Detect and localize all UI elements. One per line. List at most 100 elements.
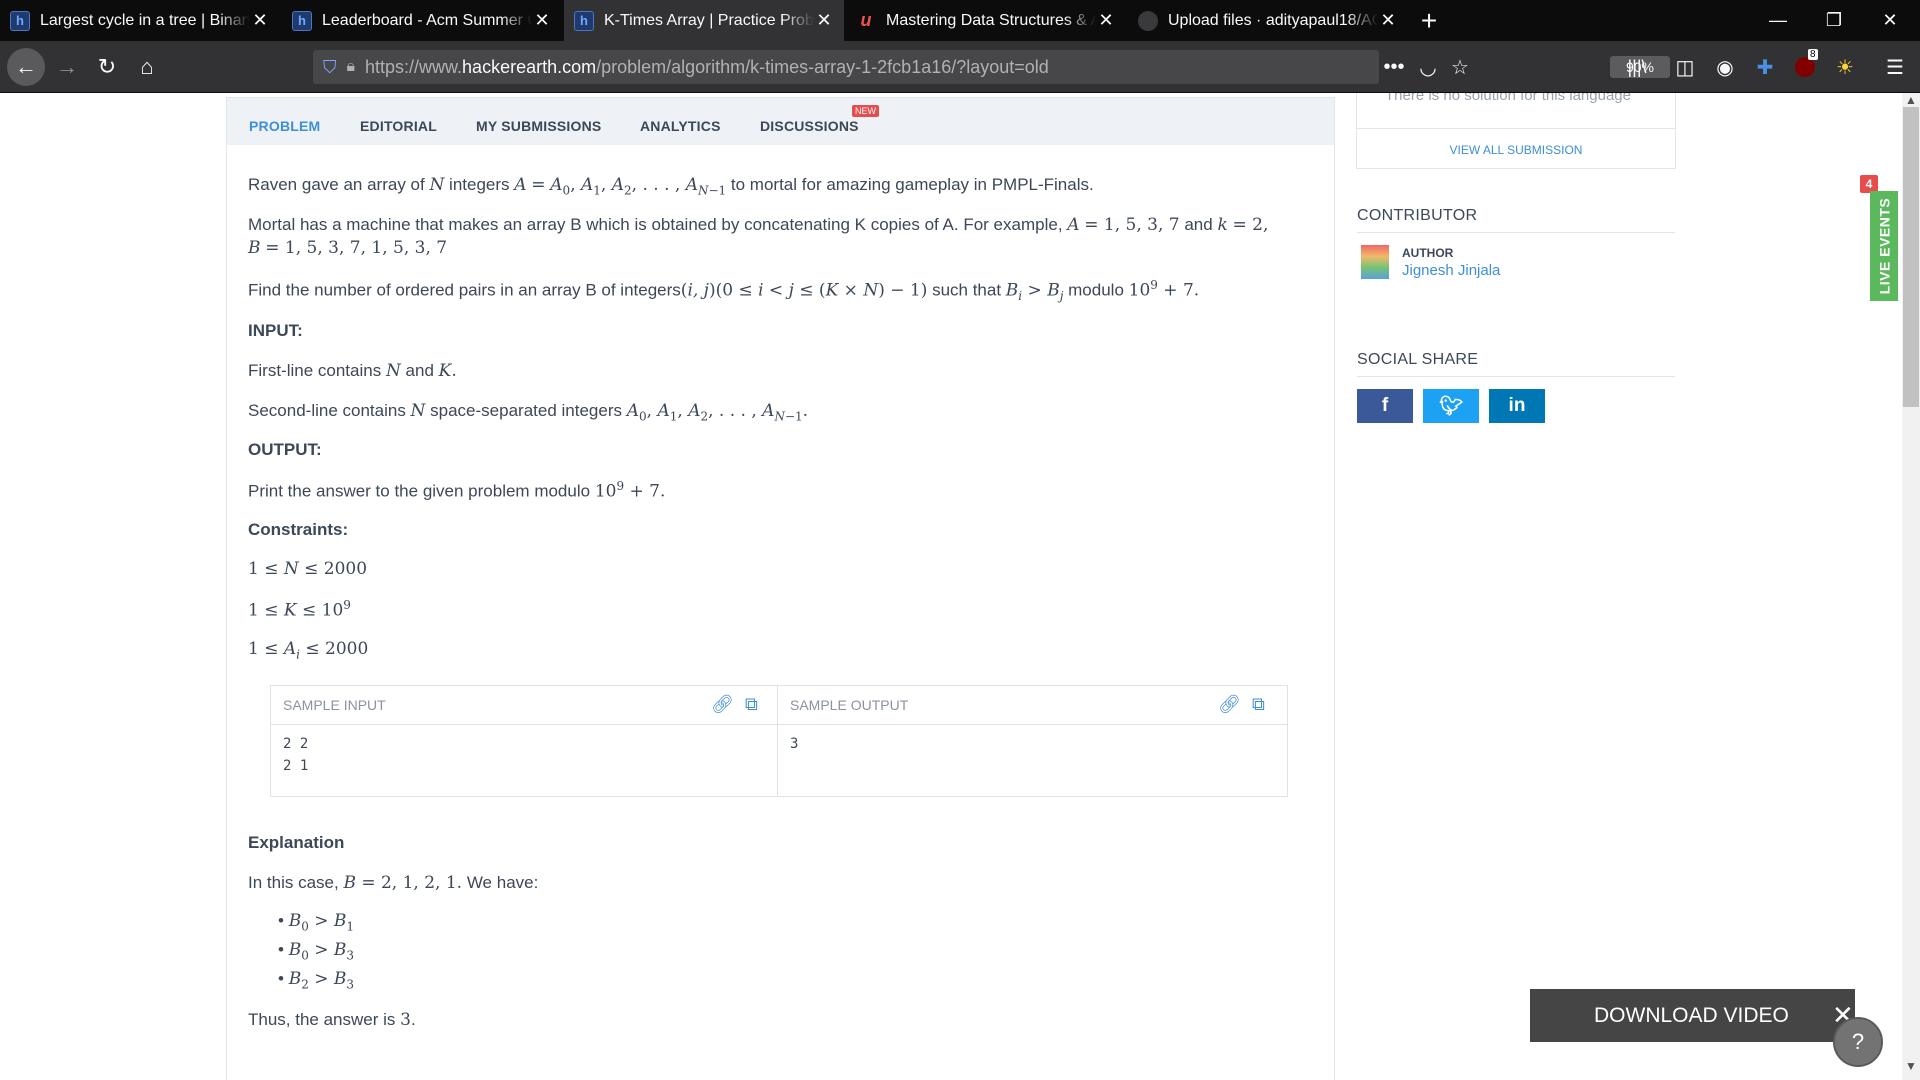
sample-input-line: 2 2: [283, 736, 309, 752]
library-icon[interactable]: |||\: [1622, 52, 1652, 82]
ublock-icon[interactable]: 8: [1790, 49, 1820, 82]
text: In this case,: [248, 873, 344, 892]
download-video-bar[interactable]: DOWNLOAD VIDEO ✕: [1530, 989, 1855, 1042]
tab-title: Leaderboard - Acm Summer Ch: [322, 11, 532, 29]
constraint-k: 1 ≤ K ≤ 109: [248, 598, 351, 621]
menu-icon[interactable]: ☰: [1880, 52, 1910, 82]
new-badge: NEW: [852, 105, 879, 117]
hackerearth-icon: h: [10, 10, 30, 31]
sidebar-icon[interactable]: ◫: [1670, 52, 1700, 82]
hackerearth-icon: h: [292, 10, 312, 31]
text: space-separated integers: [425, 401, 627, 420]
close-tab-icon[interactable]: ✕: [1378, 10, 1398, 31]
hackerearth-icon: h: [574, 10, 594, 31]
help-icon[interactable]: ?: [1833, 1017, 1883, 1067]
close-tab-icon[interactable]: ✕: [532, 10, 552, 31]
text: and: [400, 361, 439, 380]
close-tab-icon[interactable]: ✕: [1096, 10, 1116, 31]
sun-icon[interactable]: ☀: [1830, 52, 1860, 82]
account-icon[interactable]: ◉: [1710, 52, 1740, 82]
browser-tab-udemy[interactable]: u Mastering Data Structures & Al ✕: [846, 0, 1126, 41]
constraints-heading: Constraints:: [248, 520, 349, 539]
minimize-icon[interactable]: —: [1750, 0, 1806, 41]
extension-icon[interactable]: ✚: [1750, 52, 1780, 82]
bookmark-star-icon[interactable]: ☆: [1445, 52, 1475, 82]
restore-icon[interactable]: ❐: [1806, 0, 1862, 41]
problem-paragraph-1: Raven gave an array of N integers A = A0…: [248, 175, 1094, 198]
scroll-down-arrow-icon[interactable]: ▼: [1905, 1059, 1917, 1073]
tab-analytics[interactable]: ANALYTICS: [640, 118, 721, 134]
twitter-share-button[interactable]: 🐦︎: [1423, 389, 1479, 423]
back-arrow-icon[interactable]: ←: [7, 48, 45, 86]
addon-badge: 8: [1808, 49, 1818, 60]
tab-title: Mastering Data Structures & Al: [886, 11, 1096, 29]
linkedin-icon: in: [1508, 395, 1526, 416]
forward-arrow-icon[interactable]: →: [50, 50, 84, 84]
twitter-icon: 🐦︎: [1438, 396, 1464, 417]
constraint-n: 1 ≤ N ≤ 2000: [248, 559, 368, 579]
social-share-heading: SOCIAL SHARE: [1357, 351, 1479, 368]
tab-editorial[interactable]: EDITORIAL: [360, 118, 437, 134]
text: Raven gave an array of: [248, 175, 430, 194]
copy-icon[interactable]: ⧉: [745, 694, 758, 715]
text: modulo: [1063, 280, 1129, 300]
link-icon[interactable]: 🔗︎: [1218, 694, 1241, 715]
tracking-shield-icon[interactable]: ⛉: [323, 57, 337, 78]
browser-tab-k-times-array[interactable]: h K-Times Array | Practice Proble ✕: [564, 0, 844, 41]
facebook-share-button[interactable]: f: [1357, 389, 1413, 423]
text: such that: [927, 280, 1006, 300]
url-domain: hackerearth.com: [462, 56, 597, 77]
explanation-bullet: • B0 > B1: [278, 911, 355, 934]
page-actions-icon[interactable]: •••: [1379, 52, 1409, 82]
divider: [1357, 376, 1675, 377]
lock-icon[interactable]: 🔒︎: [347, 58, 356, 76]
scrollbar-thumb[interactable]: [1903, 107, 1919, 407]
tab-discussions[interactable]: DISCUSSIONS: [760, 118, 859, 134]
facebook-icon: f: [1381, 395, 1389, 416]
tab-my-submissions[interactable]: MY SUBMISSIONS: [476, 118, 601, 134]
pocket-icon[interactable]: ◡: [1413, 52, 1443, 82]
reload-icon[interactable]: ↻: [90, 50, 124, 84]
explanation-line: In this case, B = 2, 1, 2, 1. We have:: [248, 873, 539, 893]
problem-tab-strip: PROBLEM EDITORIAL MY SUBMISSIONS ANALYTI…: [226, 97, 1335, 145]
download-video-label: DOWNLOAD VIDEO: [1594, 1003, 1789, 1027]
text: First-line contains: [248, 361, 386, 380]
url-bar[interactable]: ⛉ 🔒︎ https://www.hackerearth.com/problem…: [313, 50, 1670, 84]
tab-problem[interactable]: PROBLEM: [249, 118, 320, 134]
contributor-heading: CONTRIBUTOR: [1357, 207, 1478, 224]
text: to mortal for amazing gameplay in PMPL-F…: [726, 175, 1094, 194]
constraint-a: 1 ≤ Ai ≤ 2000: [248, 639, 369, 662]
copy-icon[interactable]: ⧉: [1252, 694, 1265, 715]
scroll-up-arrow-icon[interactable]: ▲: [1905, 93, 1917, 107]
sample-output-content[interactable]: 3: [790, 724, 798, 796]
sample-input-content[interactable]: 2 2 2 1: [283, 724, 308, 796]
browser-tab-largest-cycle[interactable]: h Largest cycle in a tree | Binary/ ✕: [0, 0, 280, 41]
browser-tab-leaderboard[interactable]: h Leaderboard - Acm Summer Ch ✕: [282, 0, 562, 41]
close-tab-icon[interactable]: ✕: [814, 10, 834, 31]
page-content: PROBLEM EDITORIAL MY SUBMISSIONS ANALYTI…: [0, 93, 1920, 1080]
github-icon: [1138, 10, 1158, 31]
text: Mortal has a machine that makes an array…: [248, 215, 1068, 234]
browser-tab-bar: h Largest cycle in a tree | Binary/ ✕ h …: [0, 0, 1920, 41]
link-icon[interactable]: 🔗︎: [711, 694, 734, 715]
close-tab-icon[interactable]: ✕: [250, 10, 270, 31]
window-close-icon[interactable]: ✕: [1862, 0, 1918, 41]
submission-panel: There is no solution for this language V…: [1356, 93, 1676, 169]
new-tab-button[interactable]: +: [1414, 5, 1444, 36]
conclusion-line: Thus, the answer is 3.: [248, 1010, 416, 1030]
live-events-tab[interactable]: LIVE EVENTS: [1870, 191, 1898, 301]
view-all-submission-link[interactable]: VIEW ALL SUBMISSION: [1357, 143, 1675, 157]
text: and: [1179, 215, 1218, 234]
author-name-link[interactable]: Jignesh Jinjala: [1402, 262, 1500, 279]
browser-tab-github[interactable]: Upload files · adityapaul18/ACM ✕: [1128, 0, 1408, 41]
avatar[interactable]: [1361, 245, 1389, 279]
tab-title: Largest cycle in a tree | Binary/: [40, 11, 250, 29]
url-text[interactable]: https://www.hackerearth.com/problem/algo…: [365, 57, 1049, 78]
linkedin-share-button[interactable]: in: [1489, 389, 1545, 423]
problem-paragraph-2-continued: B = 1, 5, 3, 7, 1, 5, 3, 7: [248, 238, 448, 258]
input-line-1: First-line contains N and K.: [248, 361, 457, 381]
text: .: [410, 1010, 416, 1029]
home-icon[interactable]: ⌂: [130, 50, 164, 84]
udemy-icon: u: [860, 10, 872, 30]
sample-output-label: SAMPLE OUTPUT: [790, 697, 909, 713]
